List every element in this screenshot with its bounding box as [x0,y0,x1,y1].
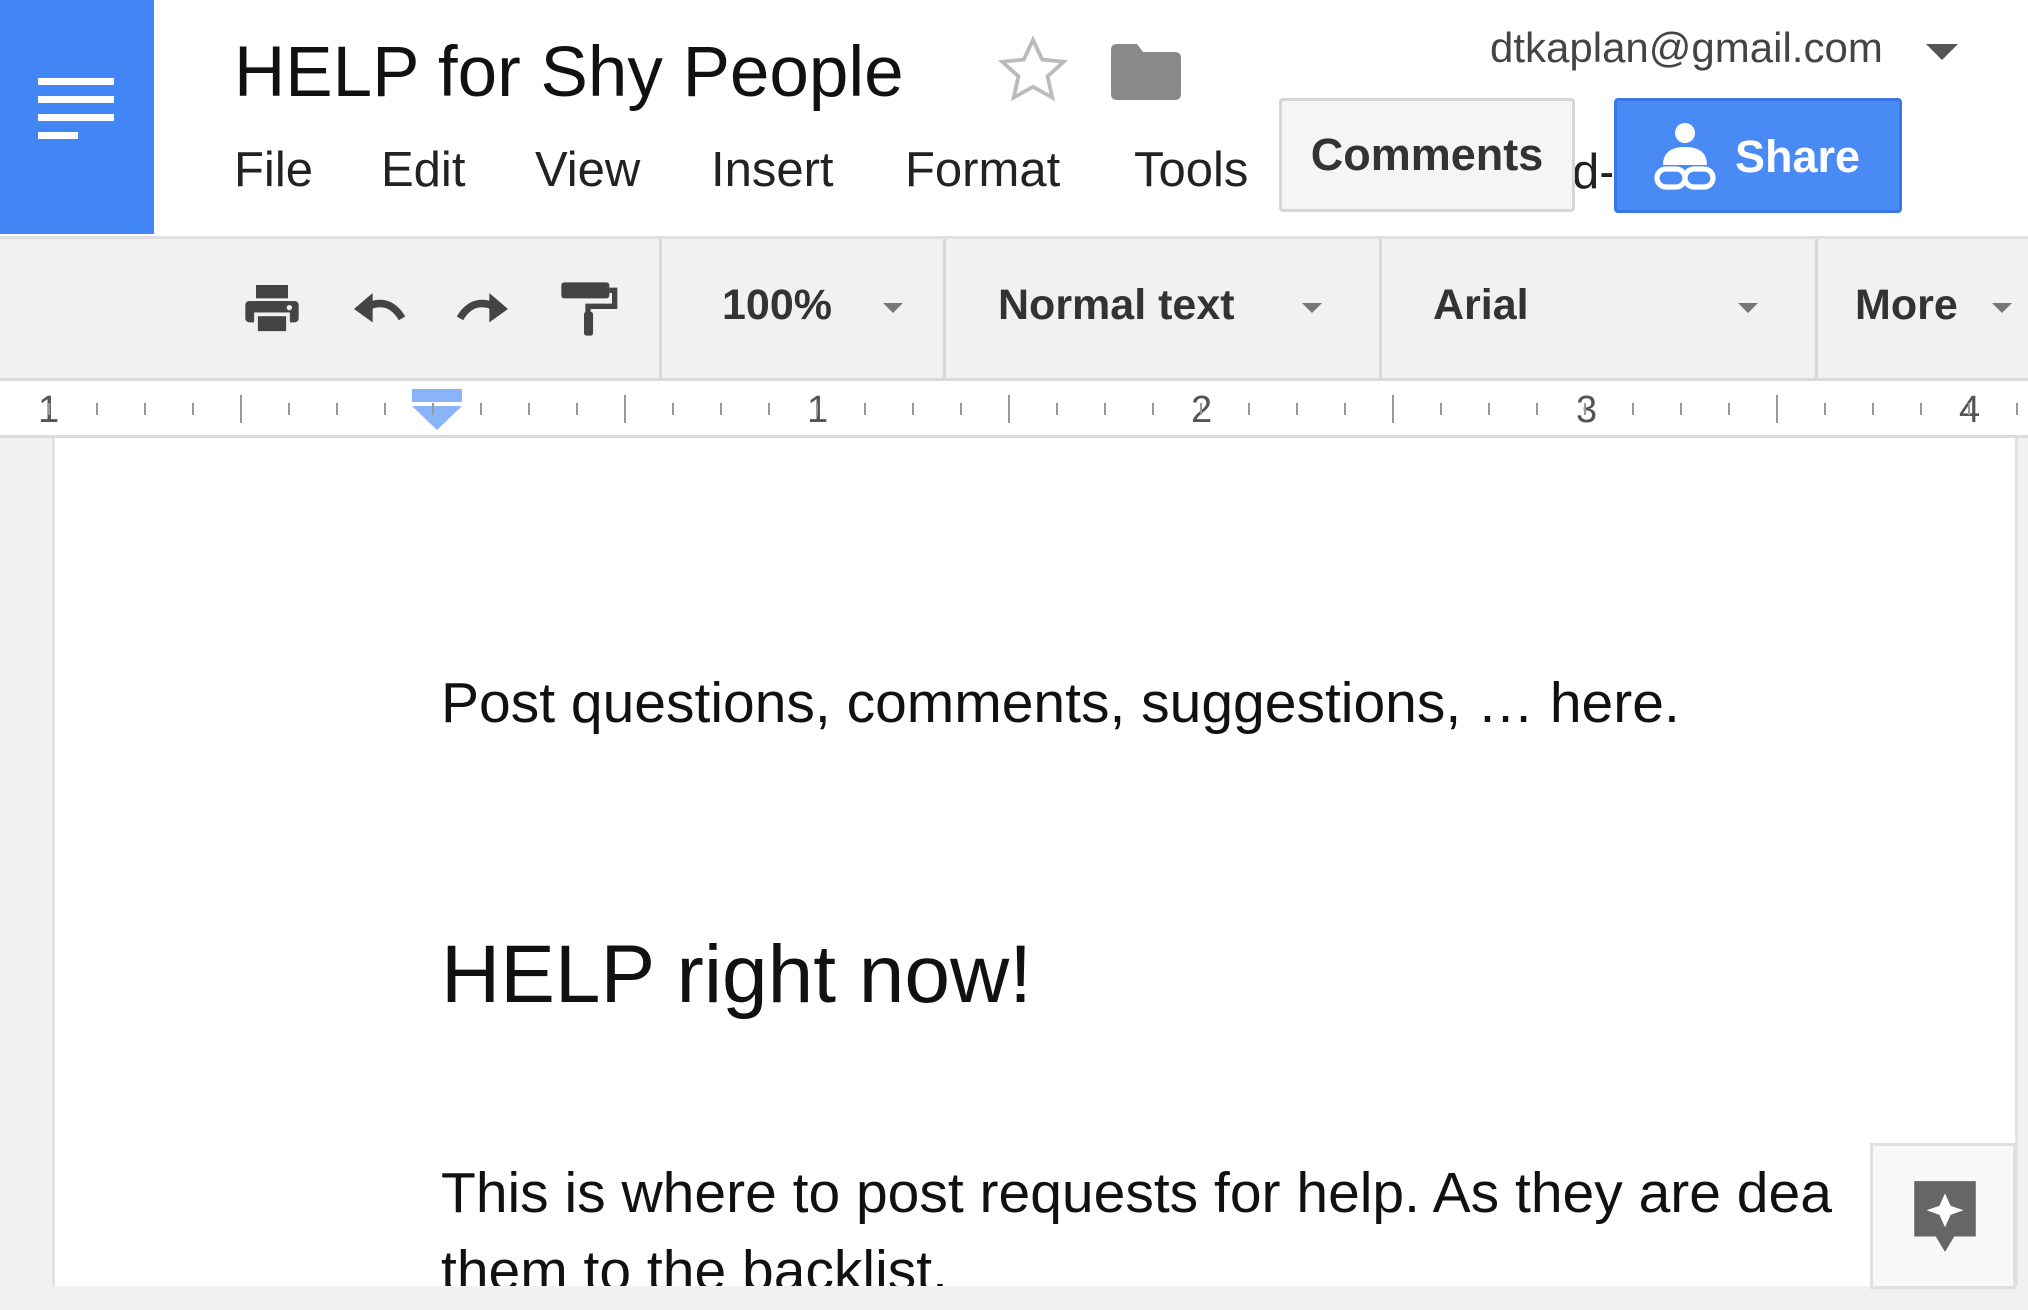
paragraph[interactable]: Post questions, comments, suggestions, …… [441,670,1680,736]
ruler-tick [384,403,386,415]
ruler-tick [1200,403,1202,415]
more-dropdown-icon[interactable] [1992,303,2012,313]
ruler-tick [1152,403,1154,415]
ruler-tick [1248,403,1250,415]
ruler-tick [1008,395,1010,423]
font-select[interactable]: Arial [1433,281,1529,330]
account-email[interactable]: dtkaplan@gmail.com [1490,24,1883,72]
ruler-tick [96,403,98,415]
ruler-tick [1920,403,1922,415]
ruler-tick [48,403,50,415]
ruler-tick [144,403,146,415]
ruler-tick [240,395,242,423]
ruler-tick [1968,403,1970,415]
docs-menu-icon[interactable] [0,0,154,234]
ruler-tick [720,403,722,415]
ruler: 1 1 2 3 4 [0,381,2028,438]
document-title[interactable]: HELP for Shy People [234,32,904,113]
chevron-down-icon[interactable] [1926,44,1958,60]
redo-icon[interactable] [452,277,516,341]
zoom-select[interactable]: 100% [722,281,832,330]
zoom-dropdown-icon[interactable] [883,303,903,313]
ruler-tick [288,403,290,415]
ruler-tick [1392,395,1394,423]
more-button[interactable]: More [1855,281,1958,330]
share-icon [1654,123,1716,190]
explore-button[interactable] [1870,1143,2016,1289]
ruler-tick [192,403,194,415]
ruler-tick [1632,403,1634,415]
ruler-tick [912,403,914,415]
ruler-tick [2016,403,2018,415]
ruler-label: 3 [1576,389,1598,431]
paint-format-icon[interactable] [556,277,620,341]
ruler-tick [816,403,818,415]
comments-button[interactable]: Comments [1279,98,1575,212]
ruler-tick [528,403,530,415]
ruler-tick [1728,403,1730,415]
toolbar: 100% Normal text Arial More [0,239,2028,381]
ruler-tick [624,395,626,423]
style-select[interactable]: Normal text [998,281,1235,330]
app-header: HELP for Shy People dtkaplan@gmail.com F… [0,0,2028,239]
ruler-tick [1536,403,1538,415]
star-icon[interactable] [995,32,1071,108]
menu-insert[interactable]: Insert [711,142,834,198]
ruler-tick [1824,403,1826,415]
bottom-strip [0,1286,2028,1304]
ruler-tick [1488,403,1490,415]
ruler-tick [480,403,482,415]
share-label: Share [1735,131,1861,182]
menu-format[interactable]: Format [905,142,1060,198]
heading[interactable]: HELP right now! [441,928,1032,1022]
ruler-tick [1776,395,1778,423]
ruler-tick [1680,403,1682,415]
ruler-tick [1584,403,1586,415]
ruler-tick [768,403,770,415]
ruler-tick [1440,403,1442,415]
print-icon[interactable] [240,277,304,341]
menu-file[interactable]: File [234,142,313,198]
style-dropdown-icon[interactable] [1302,303,1322,313]
ruler-tick [1296,403,1298,415]
menu-edit[interactable]: Edit [381,142,465,198]
ruler-tick [432,403,434,415]
menu-tools[interactable]: Tools [1134,142,1248,198]
ruler-tick [1056,403,1058,415]
paragraph-line: This is where to post requests for help.… [441,1161,1832,1225]
undo-icon[interactable] [346,277,410,341]
explore-icon [1914,1181,1976,1252]
menu-overflow-fragment[interactable]: d- [1572,144,1612,200]
ruler-tick [960,403,962,415]
document-page[interactable]: Post questions, comments, suggestions, …… [52,438,2018,1303]
ruler-tick [672,403,674,415]
ruler-tick [576,403,578,415]
ruler-tick [1104,403,1106,415]
indent-marker[interactable] [412,389,462,433]
ruler-tick [336,403,338,415]
ruler-tick [864,403,866,415]
share-button[interactable]: Share [1614,98,1902,213]
folder-icon[interactable] [1111,44,1181,100]
font-dropdown-icon[interactable] [1738,303,1758,313]
menu-view[interactable]: View [535,142,640,198]
ruler-tick [1344,403,1346,415]
ruler-tick [1872,403,1874,415]
